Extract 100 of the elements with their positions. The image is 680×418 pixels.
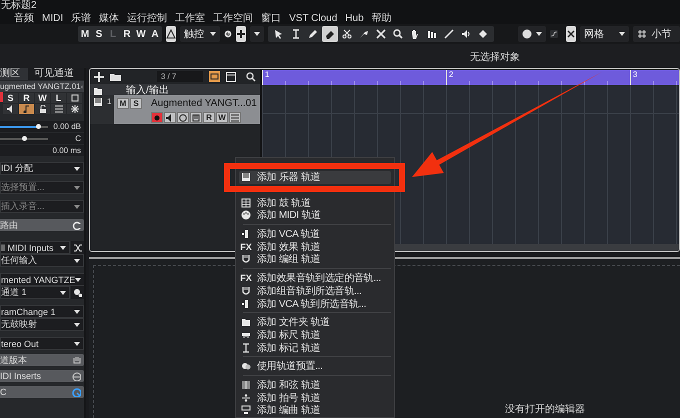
menu-item[interactable]: 添加 VCA 轨道 [239,228,391,240]
menu-item[interactable]: 添加 和弦 轨道 [239,378,391,392]
dropdown-field[interactable]: 任何输入 [0,254,84,267]
section-header[interactable]: C [0,386,84,398]
list-button[interactable] [51,104,66,114]
caret-icon [254,32,260,36]
menu-item[interactable]: 运行控制 [127,11,168,25]
dropdown-field[interactable]: 无鼓映射 [0,318,84,331]
record-button[interactable] [151,112,163,123]
menu-item[interactable]: 音频 [14,11,34,25]
snap-button[interactable] [566,26,576,42]
lock-button[interactable] [35,104,50,114]
channel-button[interactable]: S [3,93,18,103]
add-icon[interactable] [94,72,104,82]
track-counter: 3 / 7 [156,71,203,82]
menu-item[interactable]: 乐谱 [71,11,92,25]
section-header[interactable]: 道版本 [0,354,84,366]
menu-item[interactable]: 添加 拍号 轨道 [239,391,391,404]
slider-thumb[interactable] [22,136,27,140]
piano-button[interactable] [190,112,202,123]
dropdown-field[interactable]: ll MIDI Inputs [0,241,70,254]
menu-item[interactable]: 添加 MIDI 轨道 [239,209,391,222]
grid-unit-dropdown[interactable]: 小节 [633,26,680,42]
folder-add-icon[interactable] [110,72,121,82]
menu-item[interactable]: Hub [345,12,364,24]
menu-item[interactable]: 添加 编曲 轨道 [239,404,391,417]
dropdown-field[interactable]: ramChange 1 [0,305,84,318]
bar-number: 3 [630,70,679,85]
track-row[interactable]: 输入/输出 [90,84,260,95]
menu-item[interactable]: 媒体 [99,11,120,25]
track-button[interactable]: M [117,98,129,109]
inspector-tab[interactable]: 测区 [0,68,28,80]
menu-item[interactable]: FX 添加 效果 轨道 [239,240,391,254]
track-button[interactable]: S [130,98,142,109]
preset-icon [241,361,251,372]
midi-plug-icon [241,210,251,220]
side-button[interactable] [71,286,84,299]
shuffle-icon [73,243,82,252]
menu-item[interactable]: 添加 标尺 轨道 [239,328,391,342]
channel-button[interactable]: L [51,93,66,103]
dropdown-field[interactable]: IDI 分配 [0,162,84,175]
dropdown-field[interactable]: tereo Out [0,337,84,350]
pointer-icon [274,29,284,39]
inspector-tab[interactable]: 可见通道 [28,68,80,80]
snap-type-dropdown[interactable]: 网格 [580,26,630,42]
eraser-icon [325,29,335,39]
monitor-button[interactable] [164,112,176,123]
menu-item[interactable]: 工作室 [175,11,206,25]
caret-icon [536,32,542,36]
menu-item[interactable]: FX 添加效果音轨到选定的音轨... [239,272,391,284]
mode-button[interactable]: R [120,28,134,40]
star-button[interactable] [67,104,82,114]
speaker-button[interactable] [3,104,18,114]
menu-item[interactable]: 添加组音轨到所选音轨... [239,284,391,298]
slider-thumb[interactable] [36,124,42,128]
automation-mode-dropdown[interactable]: 触控 [180,26,220,42]
menu-item[interactable]: 使用轨道预置... [239,360,391,373]
menu-item[interactable]: 窗口 [261,11,282,25]
color-dropdown[interactable] [518,26,546,42]
list-button[interactable] [229,112,241,123]
snap-mode-button[interactable] [236,26,246,42]
menu-item[interactable]: 帮助 [372,11,392,25]
search-icon[interactable] [246,72,256,82]
menu-item[interactable]: 工作空间 [213,11,254,25]
monitor-button[interactable] [19,104,34,114]
tool-button[interactable] [322,26,338,42]
menu-item[interactable]: VST Cloud [289,12,338,24]
menu-item[interactable]: 添加 标记 轨道 [239,341,391,354]
menu-item[interactable]: MIDI [42,12,64,24]
menu-item[interactable]: 添加 乐器 轨道 [239,171,391,184]
channel-button[interactable]: R [19,93,34,103]
dropdown-field[interactable]: mented YANGTZE [0,273,84,286]
visibility-button[interactable] [208,71,220,82]
slider-value: C [75,134,81,143]
section-header[interactable]: 路由 [0,219,84,231]
menu-item[interactable]: 添加 鼓 轨道 [239,196,391,210]
dropdown-field[interactable]: 通道 1 [0,286,70,299]
section-header[interactable]: IDI Inserts [0,370,84,382]
menu-item[interactable]: 添加 文件夹 轨道 [239,316,391,329]
mode-button[interactable]: A [148,28,162,40]
channel-button[interactable]: W [35,93,50,103]
side-button[interactable] [71,241,84,254]
mode-button[interactable]: S [92,28,106,40]
track-button[interactable]: W [216,112,228,123]
caret-icon [74,342,80,346]
automation-button[interactable] [166,26,176,42]
edit-button[interactable] [177,112,189,123]
menu-item[interactable]: 添加 编组 轨道 [239,253,391,266]
menu-item[interactable]: 添加 VCA 轨到所选音轨... [239,297,391,310]
dropdown-field[interactable]: 选择预置... [0,181,84,194]
track-button[interactable]: R [203,112,215,123]
track-row[interactable]: 1 M S Augmented YANGT...01 R W [90,95,260,124]
panel-icon[interactable] [226,72,236,82]
mode-button[interactable]: W [134,28,148,40]
dropdown-field[interactable]: 插入录音... [0,200,84,213]
timeline-ruler[interactable]: 1 2 3 [262,70,679,85]
snap-mode-dropdown[interactable] [250,26,264,42]
track-number: 1 [107,97,112,106]
mode-button[interactable]: M [78,28,92,40]
crossfade-icon[interactable] [550,28,558,40]
